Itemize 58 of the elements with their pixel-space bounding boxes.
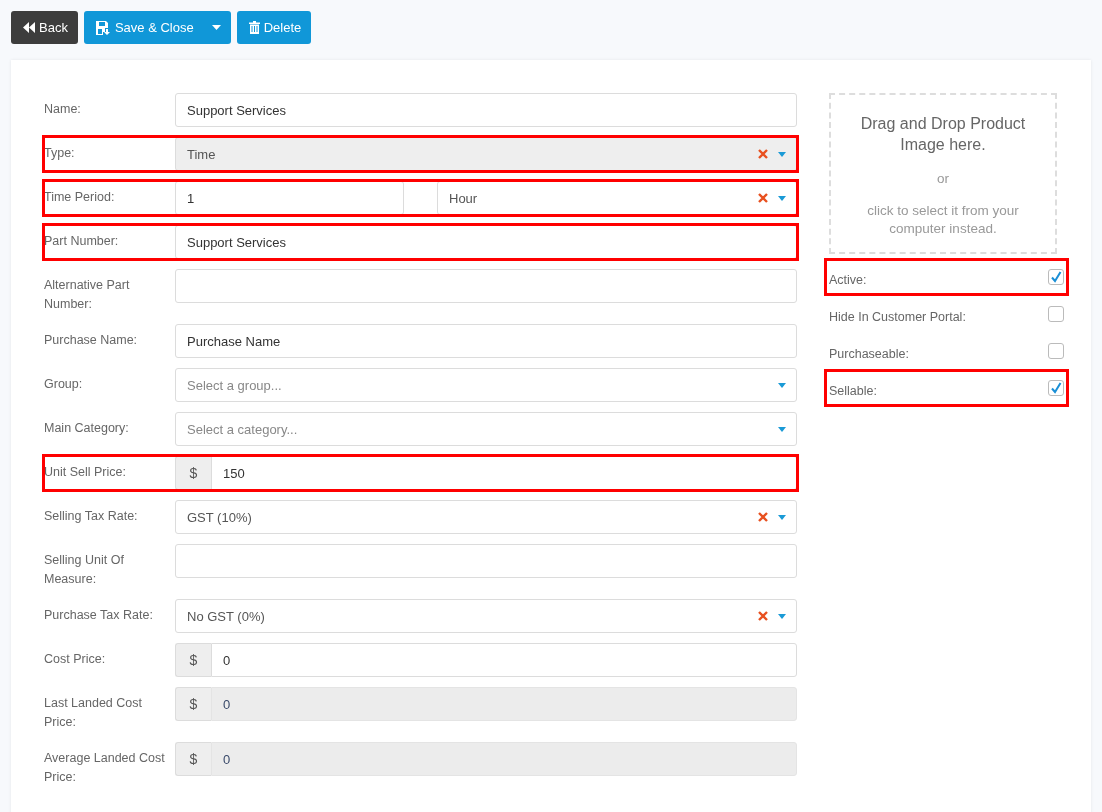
currency-addon: $ bbox=[175, 456, 211, 490]
dropdown-caret-icon bbox=[778, 195, 786, 201]
trash-icon bbox=[248, 21, 260, 34]
field-label: Name: bbox=[44, 101, 82, 118]
field-label: Purchase Name: bbox=[44, 332, 139, 349]
text-field[interactable] bbox=[175, 269, 797, 303]
field-label: Group: bbox=[44, 376, 84, 393]
field-label: Purchase Tax Rate: bbox=[44, 607, 154, 624]
dropzone-or: or bbox=[937, 171, 949, 186]
image-dropzone[interactable]: Drag and Drop Product Image here. or click to select it from your computer instead. bbox=[829, 93, 1057, 254]
select-field[interactable]: Select a category... bbox=[175, 412, 797, 446]
field-label: Main Category: bbox=[44, 420, 130, 437]
price-field[interactable]: 150 bbox=[211, 456, 797, 490]
checkbox-label: Sellable: bbox=[829, 383, 877, 398]
field-label: Average Landed Cost Price: bbox=[44, 750, 166, 786]
field-label: Unit Sell Price: bbox=[44, 464, 127, 481]
select-field[interactable]: GST (10%) bbox=[175, 500, 797, 534]
clear-icon[interactable] bbox=[758, 512, 768, 522]
text-field[interactable]: Support Services bbox=[175, 225, 797, 259]
dropzone-hint: click to select it from your computer instead. bbox=[866, 202, 1020, 238]
select-field[interactable]: No GST (0%) bbox=[175, 599, 797, 633]
checkbox-label: Purchaseable: bbox=[829, 346, 909, 361]
dropdown-caret-icon bbox=[778, 382, 786, 388]
select-field[interactable]: Select a group... bbox=[175, 368, 797, 402]
save-options-button[interactable] bbox=[201, 11, 231, 44]
field-label: Cost Price: bbox=[44, 651, 107, 668]
checkbox-label: Hide In Customer Portal: bbox=[829, 309, 966, 324]
double-arrow-icon bbox=[23, 22, 35, 33]
checkbox-label: Active: bbox=[829, 272, 867, 287]
checkbox[interactable] bbox=[1048, 269, 1064, 285]
checkbox[interactable] bbox=[1048, 343, 1064, 359]
currency-addon: $ bbox=[175, 687, 211, 721]
dropdown-caret-icon bbox=[778, 613, 786, 619]
text-field[interactable] bbox=[175, 544, 797, 578]
price-field[interactable]: 0 bbox=[211, 643, 797, 677]
clear-icon[interactable] bbox=[758, 193, 768, 203]
currency-addon: $ bbox=[175, 643, 211, 677]
checkbox[interactable] bbox=[1048, 380, 1064, 396]
field-label: Last Landed Cost Price: bbox=[44, 695, 143, 731]
currency-addon: $ bbox=[175, 742, 211, 776]
dropdown-caret-icon bbox=[778, 514, 786, 520]
field-label: Selling Unit Of Measure: bbox=[44, 552, 125, 588]
text-field[interactable]: Purchase Name bbox=[175, 324, 797, 358]
select-field[interactable]: Hour bbox=[437, 181, 797, 215]
field-label: Time Period: bbox=[44, 189, 116, 206]
checkbox[interactable] bbox=[1048, 306, 1064, 322]
field-label: Type: bbox=[44, 145, 76, 162]
dropdown-caret-icon bbox=[778, 426, 786, 432]
field-label: Alternative Part Number: bbox=[44, 277, 131, 313]
field-label: Selling Tax Rate: bbox=[44, 508, 139, 525]
dropzone-title: Drag and Drop Product Image here. bbox=[859, 114, 1027, 155]
text-field[interactable]: Support Services bbox=[175, 93, 797, 127]
field-label: Part Number: bbox=[44, 233, 120, 250]
dropdown-caret-icon bbox=[778, 151, 786, 157]
number-field[interactable]: 1 bbox=[175, 181, 404, 215]
back-button[interactable]: Back bbox=[11, 11, 78, 44]
caret-icon bbox=[211, 25, 221, 30]
clear-icon[interactable] bbox=[758, 611, 768, 621]
